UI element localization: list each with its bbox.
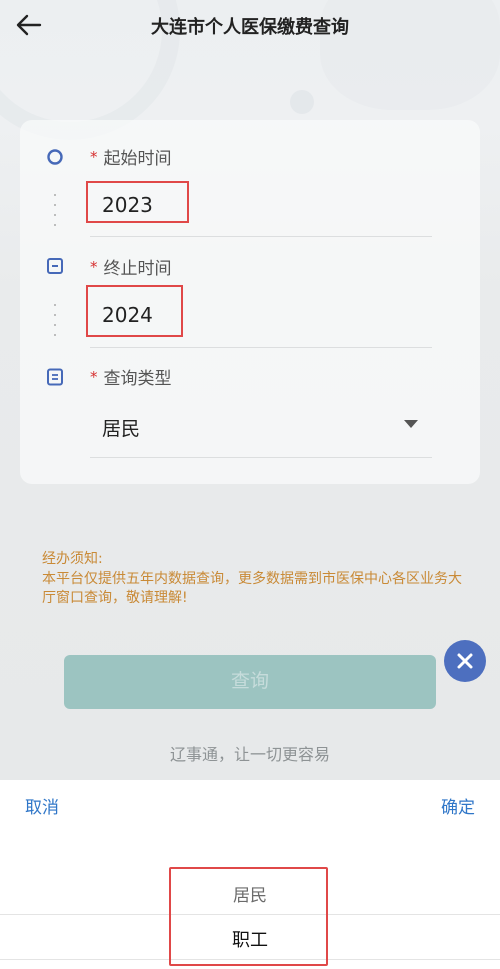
query-form-card: * 起始时间 2023 * 终止时间 2024 * 查询类型 居民 — [20, 120, 480, 484]
start-time-highlight — [86, 181, 189, 223]
start-time-row[interactable]: * 起始时间 2023 — [20, 120, 480, 240]
timeline-dots — [54, 190, 56, 230]
divider — [90, 236, 432, 237]
end-time-row[interactable]: * 终止时间 2024 — [20, 240, 480, 350]
picker-highlight — [169, 867, 328, 966]
notice-block: 经办须知: 本平台仅提供五年内数据查询，更多数据需到市医保中心各区业务大厅窗口查… — [42, 550, 472, 609]
end-time-label-text: 终止时间 — [103, 259, 172, 279]
page-title: 大连市个人医保缴费查询 — [151, 17, 349, 38]
type-picker-sheet: 取消 确定 居民 职工 — [0, 780, 500, 969]
end-time-label: * 终止时间 — [90, 254, 172, 280]
required-mark: * — [90, 367, 98, 386]
confirm-button[interactable]: 确定 — [441, 793, 475, 818]
end-time-highlight — [86, 285, 183, 337]
slogan: 辽事通，让一切更容易 — [169, 745, 330, 764]
divider — [90, 347, 432, 348]
close-icon[interactable] — [444, 640, 486, 682]
notice-title: 经办须知: — [42, 551, 103, 567]
query-button[interactable]: 查询 — [64, 655, 436, 709]
required-mark: * — [90, 257, 98, 276]
query-type-value[interactable]: 居民 — [102, 414, 140, 441]
query-type-label: * 查询类型 — [90, 364, 172, 390]
query-type-row[interactable]: * 查询类型 居民 — [20, 350, 480, 470]
calendar-icon — [45, 256, 65, 276]
notice-body: 本平台仅提供五年内数据查询，更多数据需到市医保中心各区业务大厅窗口查询，敬请理解… — [42, 570, 462, 607]
top-bar: 大连市个人医保缴费查询 — [0, 0, 500, 50]
query-type-label-text: 查询类型 — [103, 369, 172, 389]
cancel-button[interactable]: 取消 — [25, 793, 59, 818]
document-icon — [45, 367, 65, 387]
chevron-down-icon[interactable] — [404, 420, 418, 428]
circle-icon — [45, 147, 65, 167]
timeline-dots — [54, 300, 56, 340]
start-time-label-text: 起始时间 — [103, 149, 172, 169]
required-mark: * — [90, 147, 98, 166]
start-time-label: * 起始时间 — [90, 144, 172, 170]
divider — [90, 457, 432, 458]
